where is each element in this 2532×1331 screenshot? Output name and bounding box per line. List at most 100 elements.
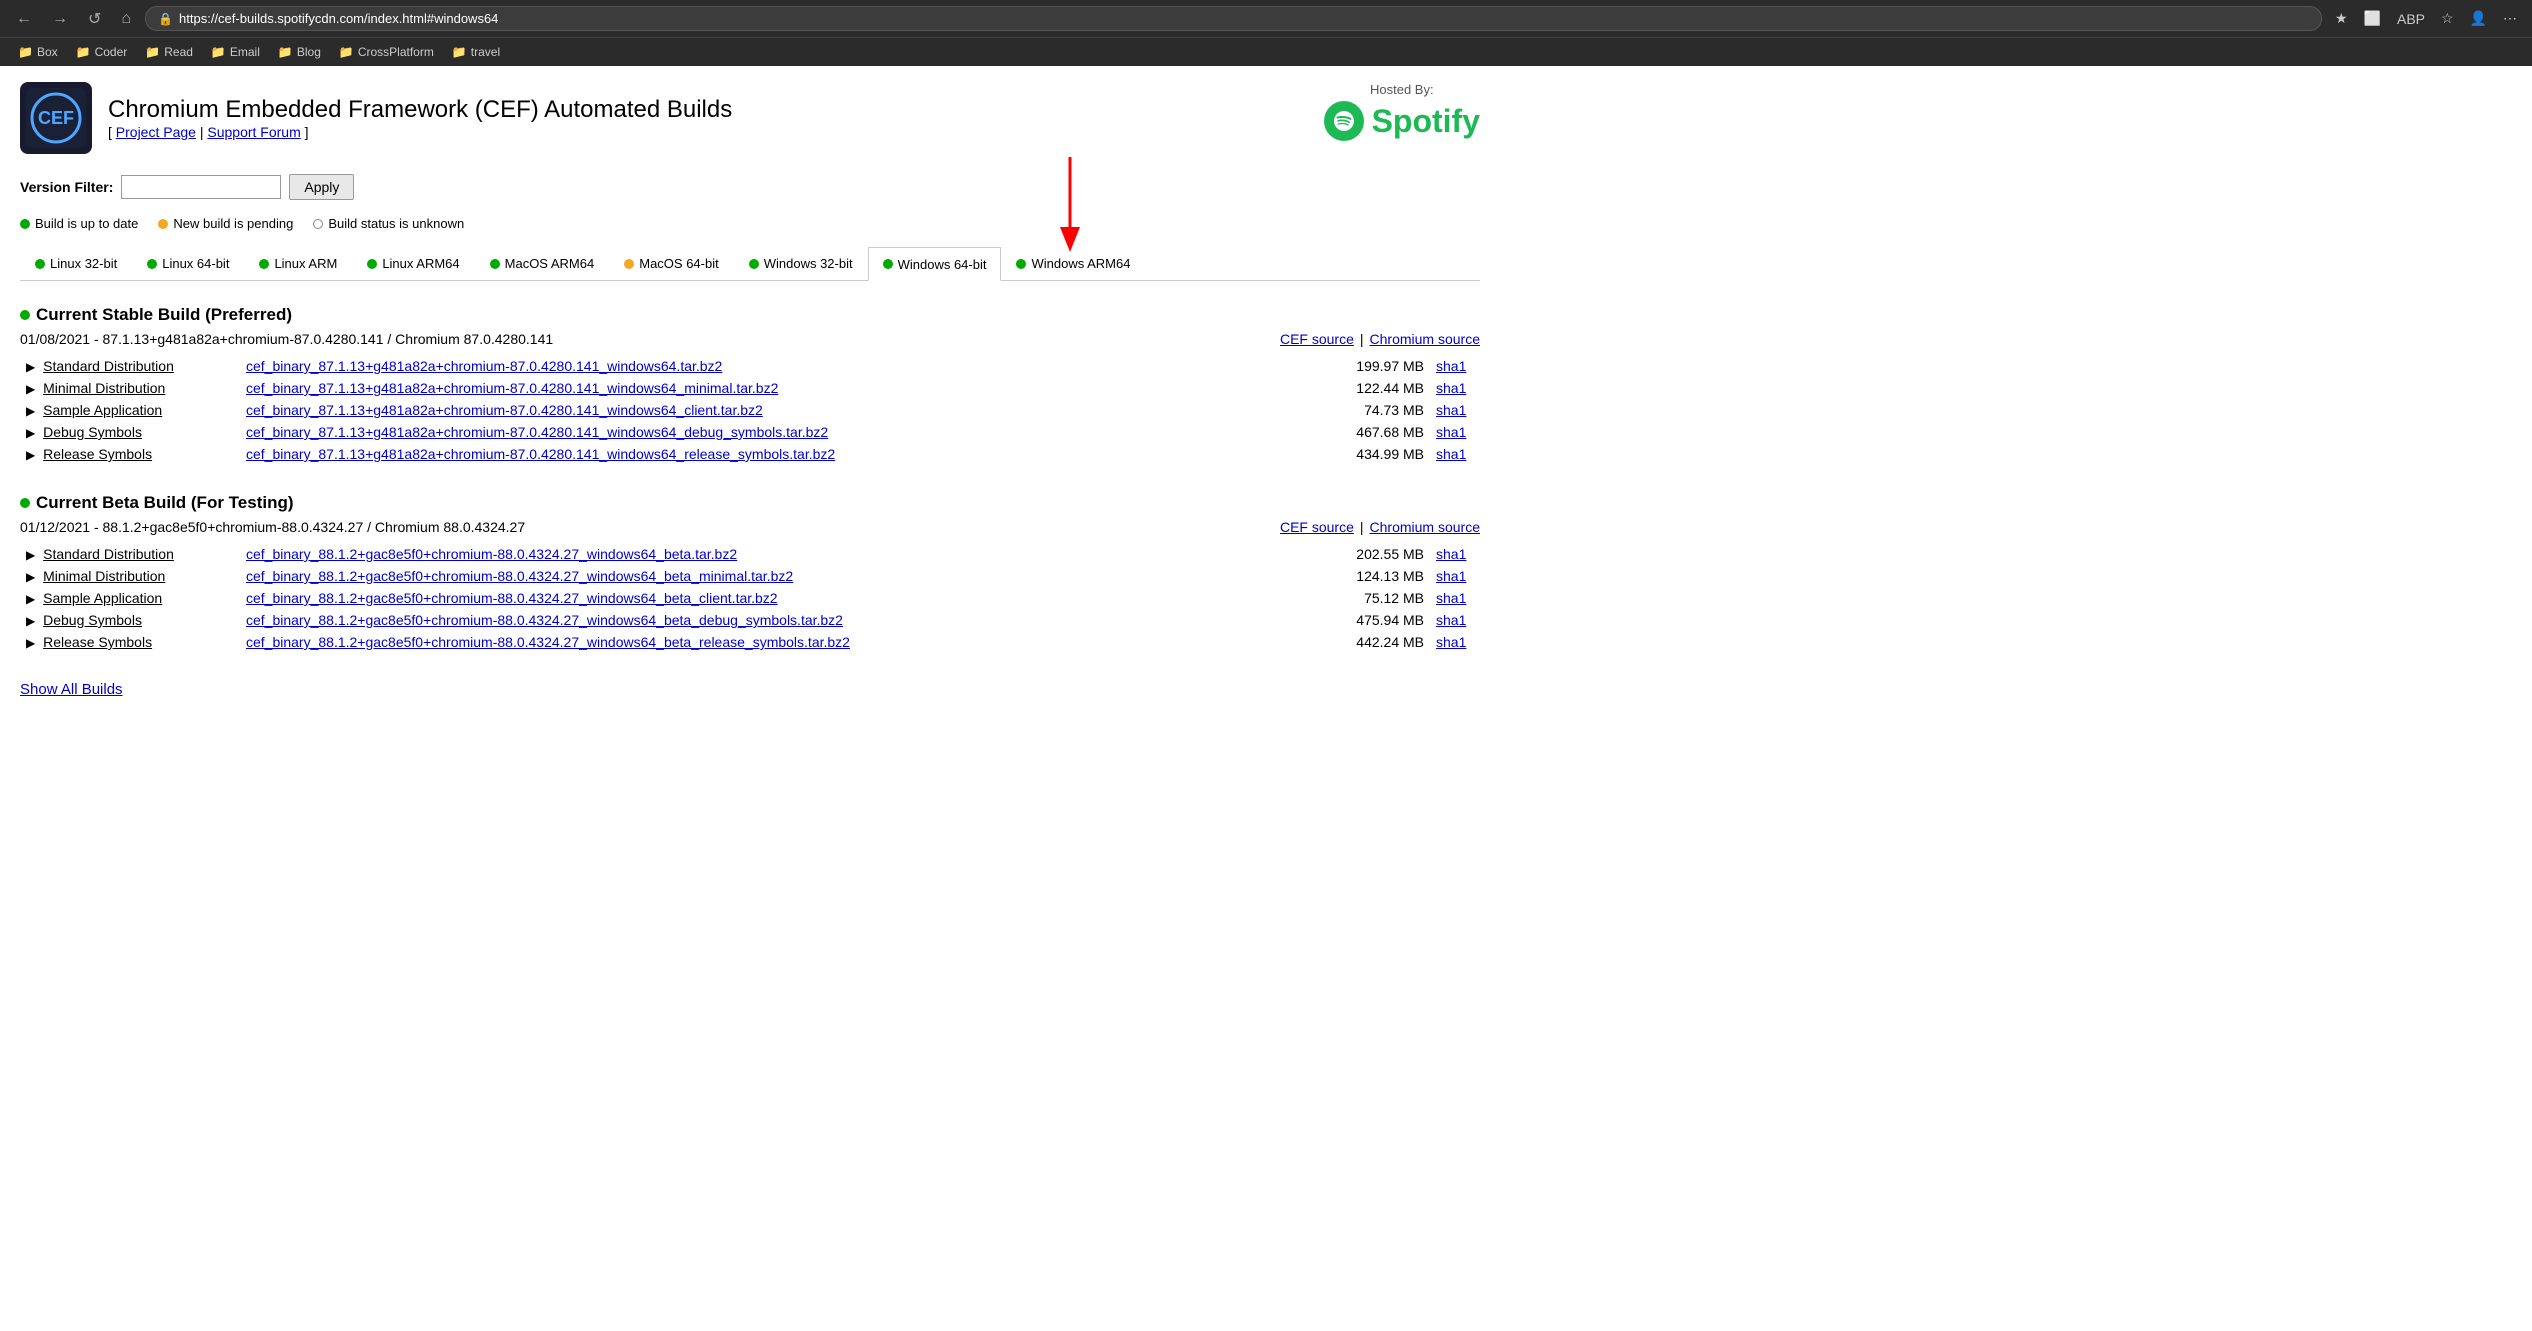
sha1-link[interactable]: sha1 [1436,446,1466,462]
adblock-button[interactable]: ABP [2392,9,2430,29]
beta-version-line: 01/12/2021 - 88.1.2+gac8e5f0+chromium-88… [20,519,1480,535]
bookmark-item-travel[interactable]: 📁travel [444,42,508,62]
tab-label: Linux ARM [274,256,337,271]
back-button[interactable]: ← [10,8,38,30]
sha1-link[interactable]: sha1 [1436,634,1466,650]
expand-button[interactable]: ▶ [26,570,39,584]
tab-macos-arm64[interactable]: MacOS ARM64 [475,247,610,280]
extensions-button[interactable]: ⬜ [2359,8,2386,29]
tab-windows-32-bit[interactable]: Windows 32-bit [734,247,868,280]
bookmark-item-email[interactable]: 📁Email [203,42,268,62]
show-all-link[interactable]: Show All Builds [20,681,123,698]
tab-label: MacOS 64-bit [639,256,718,271]
table-row: ▶ Minimal Distribution cef_binary_87.1.1… [20,377,1480,399]
expand-button[interactable]: ▶ [26,404,39,418]
sha1-link[interactable]: sha1 [1436,402,1466,418]
file-link[interactable]: cef_binary_87.1.13+g481a82a+chromium-87.… [246,380,778,396]
file-size: 122.44 MB [1330,377,1430,399]
file-link[interactable]: cef_binary_87.1.13+g481a82a+chromium-87.… [246,358,722,374]
tab-linux-arm64[interactable]: Linux ARM64 [352,247,474,280]
file-link[interactable]: cef_binary_88.1.2+gac8e5f0+chromium-88.0… [246,568,793,584]
site-header: CEF Chromium Embedded Framework (CEF) Au… [20,82,1480,154]
tab-macos-64-bit[interactable]: MacOS 64-bit [609,247,733,280]
file-link[interactable]: cef_binary_87.1.13+g481a82a+chromium-87.… [246,446,835,462]
tab-dot [259,259,269,269]
project-page-link[interactable]: Project Page [116,124,196,140]
tab-dot [367,259,377,269]
sha1-link[interactable]: sha1 [1436,380,1466,396]
home-button[interactable]: ⌂ [115,8,137,30]
profile-button[interactable]: 👤 [2465,8,2492,29]
green-dot [20,219,30,229]
tab-windows-64-bit[interactable]: Windows 64-bit [868,247,1002,281]
sha1-link[interactable]: sha1 [1436,568,1466,584]
file-link[interactable]: cef_binary_87.1.13+g481a82a+chromium-87.… [246,402,763,418]
apply-button[interactable]: Apply [289,174,354,200]
row-label: Minimal Distribution [43,568,165,584]
lock-icon: 🔒 [158,12,173,26]
version-filter-label: Version Filter: [20,179,113,195]
refresh-button[interactable]: ↺ [82,7,107,31]
expand-button[interactable]: ▶ [26,636,39,650]
svg-text:CEF: CEF [38,108,74,128]
tab-windows-arm64[interactable]: Windows ARM64 [1001,247,1145,280]
stable-cef-source-link[interactable]: CEF source [1280,331,1354,347]
address-bar[interactable]: 🔒 https://cef-builds.spotifycdn.com/inde… [145,6,2322,31]
star-button[interactable]: ★ [2330,8,2353,29]
sha1-link[interactable]: sha1 [1436,424,1466,440]
expand-button[interactable]: ▶ [26,382,39,396]
spotify-logo: Spotify [1324,101,1480,141]
file-link[interactable]: cef_binary_87.1.13+g481a82a+chromium-87.… [246,424,828,440]
page-wrapper[interactable]: CEF Chromium Embedded Framework (CEF) Au… [0,66,2532,1317]
file-link[interactable]: cef_binary_88.1.2+gac8e5f0+chromium-88.0… [246,634,850,650]
support-forum-link[interactable]: Support Forum [207,124,300,140]
stable-chromium-source-link[interactable]: Chromium source [1370,331,1480,347]
expand-button[interactable]: ▶ [26,592,39,606]
version-filter-input[interactable] [121,175,281,199]
sha1-link[interactable]: sha1 [1436,612,1466,628]
expand-button[interactable]: ▶ [26,360,39,374]
tab-label: MacOS ARM64 [505,256,595,271]
beta-version-text: 01/12/2021 - 88.1.2+gac8e5f0+chromium-88… [20,519,525,535]
subtitle: [ Project Page | Support Forum ] [108,124,732,140]
folder-icon: 📁 [211,45,226,59]
bookmark-item-coder[interactable]: 📁Coder [68,42,136,62]
expand-button[interactable]: ▶ [26,448,39,462]
bookmark-item-box[interactable]: 📁Box [10,42,66,62]
tab-dot [749,259,759,269]
forward-button[interactable]: → [46,8,74,30]
sha1-link[interactable]: sha1 [1436,358,1466,374]
file-size: 442.24 MB [1330,631,1430,653]
file-size: 199.97 MB [1330,355,1430,377]
stable-version-line: 01/08/2021 - 87.1.13+g481a82a+chromium-8… [20,331,1480,347]
menu-button[interactable]: ⋯ [2498,8,2522,29]
file-link[interactable]: cef_binary_88.1.2+gac8e5f0+chromium-88.0… [246,590,778,606]
folder-icon: 📁 [278,45,293,59]
expand-button[interactable]: ▶ [26,548,39,562]
bookmark-button[interactable]: ☆ [2436,8,2459,29]
table-row: ▶ Debug Symbols cef_binary_87.1.13+g481a… [20,421,1480,443]
bookmark-item-read[interactable]: 📁Read [137,42,201,62]
status-legend: Build is up to date New build is pending… [20,216,1480,231]
beta-links-separator: | [1360,519,1364,535]
beta-cef-source-link[interactable]: CEF source [1280,519,1354,535]
sha1-link[interactable]: sha1 [1436,546,1466,562]
tab-linux-32-bit[interactable]: Linux 32-bit [20,247,132,280]
stable-build-links: CEF source | Chromium source [1280,331,1480,347]
beta-chromium-source-link[interactable]: Chromium source [1370,519,1480,535]
bookmark-item-blog[interactable]: 📁 Blog [270,42,329,62]
expand-button[interactable]: ▶ [26,614,39,628]
sha1-link[interactable]: sha1 [1436,590,1466,606]
tab-dot [883,259,893,269]
status-item-unknown: Build status is unknown [313,216,464,231]
tab-linux-arm[interactable]: Linux ARM [244,247,352,280]
row-label: Minimal Distribution [43,380,165,396]
table-row: ▶ Release Symbols cef_binary_87.1.13+g48… [20,443,1480,465]
bookmark-item-crossplatform[interactable]: 📁CrossPlatform [331,42,442,62]
bookmark-label: Blog [297,45,321,59]
file-link[interactable]: cef_binary_88.1.2+gac8e5f0+chromium-88.0… [246,546,737,562]
expand-button[interactable]: ▶ [26,426,39,440]
tab-linux-64-bit[interactable]: Linux 64-bit [132,247,244,280]
file-link[interactable]: cef_binary_88.1.2+gac8e5f0+chromium-88.0… [246,612,843,628]
tab-label: Windows ARM64 [1031,256,1130,271]
